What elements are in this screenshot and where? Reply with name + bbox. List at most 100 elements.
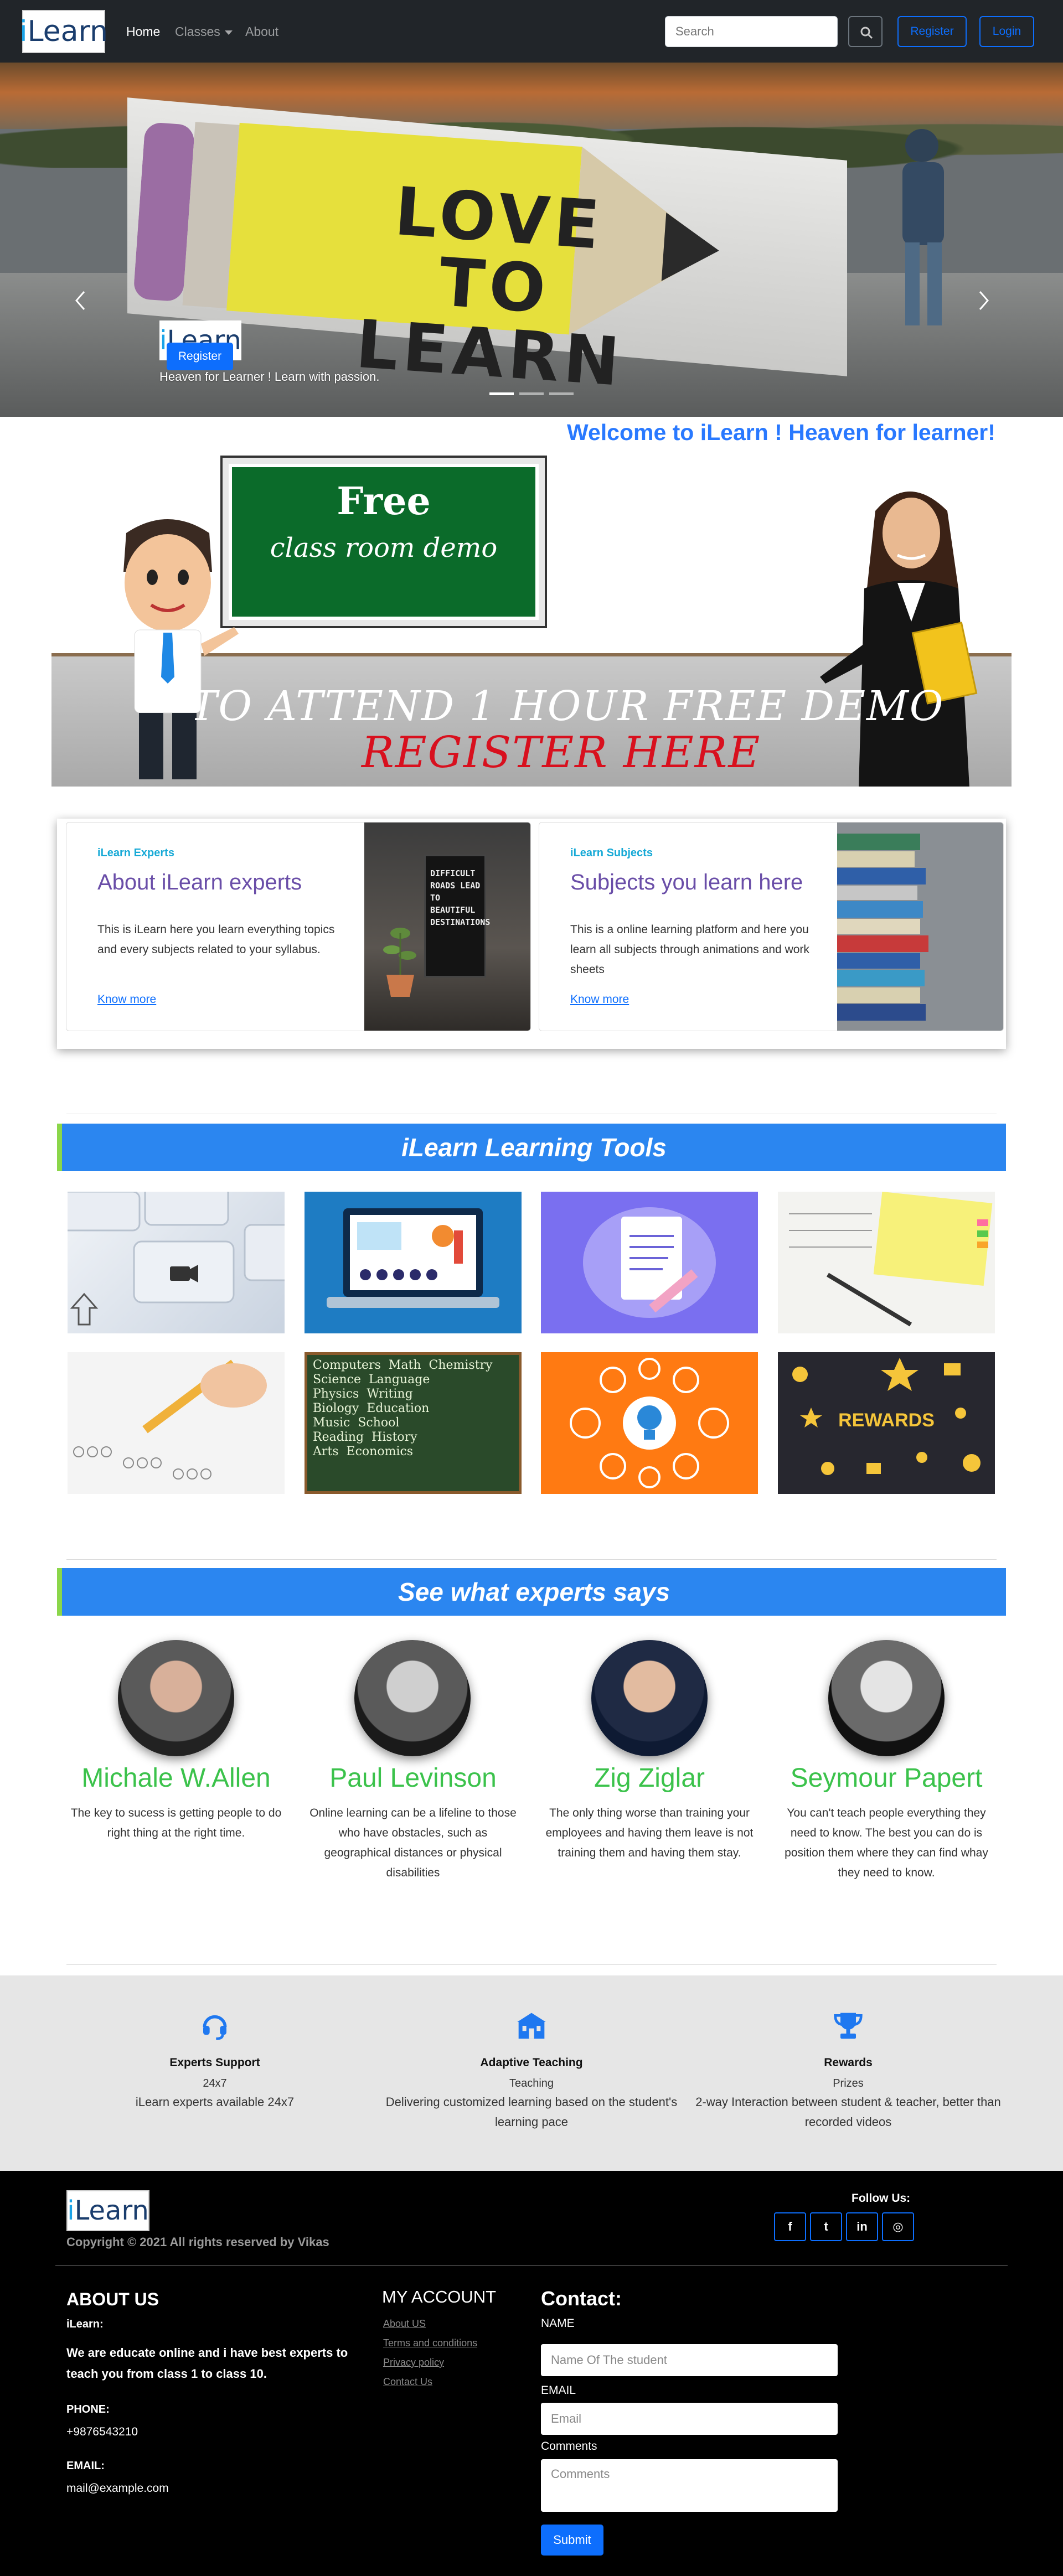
feature-description: iLearn experts available 24x7 — [135, 2095, 295, 2109]
tool-keyboard[interactable] — [68, 1192, 285, 1333]
footer-brand-text: iLearn — [67, 2195, 149, 2226]
feature-adaptive-teaching: Adaptive Teaching Teaching Delivering cu… — [376, 2010, 687, 2132]
feature-rewards: Rewards Prizes 2-way Interaction between… — [693, 2010, 1003, 2132]
expert-name: Zig Ziglar — [594, 1763, 705, 1793]
card-eyebrow: iLearn Subjects — [570, 847, 653, 859]
linkedin-icon[interactable]: in — [846, 2212, 878, 2241]
expert-name: Paul Levinson — [329, 1763, 497, 1793]
carousel-next-button[interactable] — [976, 289, 992, 312]
walking-person — [902, 129, 944, 325]
brand-logo[interactable]: iLearn — [19, 10, 108, 53]
keyboard-video-icon — [68, 1192, 285, 1326]
headset-icon — [203, 2015, 227, 2040]
search-icon — [860, 27, 873, 39]
tool-rewards[interactable]: REWARDS — [778, 1352, 995, 1494]
footer-logo[interactable]: iLearn — [66, 2190, 149, 2231]
board-word: Reading — [313, 1430, 364, 1444]
search-input[interactable] — [665, 16, 838, 47]
board-word: History — [371, 1430, 417, 1444]
feature-title: Experts Support — [169, 2056, 260, 2069]
about-us-text: We are educate online and i have best ex… — [66, 2346, 348, 2381]
submit-button[interactable]: Submit — [541, 2525, 603, 2556]
expert-name: Michale W.Allen — [81, 1763, 271, 1793]
follow-us-label: Follow Us: — [852, 2192, 911, 2205]
demo-line-register[interactable]: REGISTER HERE — [51, 728, 1012, 778]
comments-label: Comments — [541, 2440, 597, 2453]
welcome-heading: Welcome to iLearn ! Heaven for learner! — [567, 420, 995, 445]
email-field[interactable] — [541, 2403, 838, 2435]
login-button[interactable]: Login — [979, 16, 1034, 47]
feature-subtitle: Prizes — [833, 2077, 864, 2089]
card-experts: iLearn Experts About iLearn experts This… — [66, 822, 531, 1031]
facebook-icon[interactable]: f — [774, 2212, 806, 2241]
instagram-icon[interactable]: ◎ — [882, 2212, 914, 2241]
email-value: mail@example.com — [66, 2482, 169, 2495]
sign-board: DIFFICULT ROADS LEAD TO BEAUTIFUL DESTIN… — [424, 855, 491, 977]
hero-tagline: Heaven for Learner ! Learn with passion. — [159, 370, 380, 384]
expert-quote: The only thing worse than training your … — [545, 1807, 754, 1859]
footer-link-privacy[interactable]: Privacy policy — [383, 2357, 444, 2368]
board-word: Chemistry — [429, 1358, 493, 1372]
board-word: Arts — [313, 1445, 339, 1458]
chevron-right-icon — [979, 291, 989, 310]
info-cards-section: iLearn Experts About iLearn experts This… — [57, 819, 1006, 1049]
footer-link-terms[interactable]: Terms and conditions — [383, 2337, 477, 2349]
sign-text: DIFFICULT ROADS LEAD TO BEAUTIFUL DESTIN… — [430, 868, 491, 927]
carousel-indicator-2[interactable] — [519, 392, 544, 395]
twitter-icon[interactable]: t — [810, 2212, 842, 2241]
carousel-indicator-3[interactable] — [549, 392, 574, 395]
tool-notepad[interactable] — [541, 1192, 758, 1333]
card-subjects: iLearn Subjects Subjects you learn here … — [539, 822, 1004, 1031]
tool-notebook[interactable] — [778, 1192, 995, 1333]
board-word: Biology — [313, 1401, 359, 1415]
board-word: Computers — [313, 1358, 381, 1372]
hero-sign-text: LOVE TO LEARN — [353, 173, 627, 402]
feature-title: Rewards — [824, 2056, 873, 2069]
copyright-text: Copyright © 2021 All rights reserved by … — [66, 2235, 329, 2249]
know-more-link[interactable]: Know more — [570, 993, 629, 1006]
tool-online-class[interactable] — [305, 1192, 522, 1333]
expert-quote: You can't teach people everything they n… — [785, 1807, 988, 1879]
board-word: Language — [368, 1373, 430, 1387]
footer-link-contact[interactable]: Contact Us — [383, 2376, 432, 2388]
rewards-label: REWARDS — [838, 1410, 935, 1431]
board-word: Writing — [367, 1387, 413, 1401]
footer-link-about-us[interactable]: About US — [383, 2318, 426, 2330]
email-label: EMAIL: — [66, 2460, 105, 2472]
avatar — [828, 1640, 945, 1756]
email-field-label: EMAIL — [541, 2384, 576, 2397]
name-field[interactable] — [541, 2344, 838, 2376]
know-more-link[interactable]: Know more — [97, 993, 156, 1006]
search-button[interactable] — [848, 16, 883, 47]
tool-ideas[interactable] — [541, 1352, 758, 1494]
carousel-indicator-1[interactable] — [489, 392, 514, 395]
feature-experts-support: Experts Support 24x7 iLearn experts avai… — [60, 2010, 370, 2112]
nav-classes-dropdown[interactable]: Classes — [175, 24, 233, 39]
carousel-prev-button[interactable] — [72, 289, 89, 312]
card-image-motivation: DIFFICULT ROADS LEAD TO BEAUTIFUL DESTIN… — [364, 823, 530, 1031]
board-word: Science — [313, 1373, 361, 1387]
nav-home[interactable]: Home — [126, 24, 160, 39]
tool-exam[interactable] — [68, 1352, 285, 1494]
board-word: Education — [367, 1401, 430, 1415]
plant-pot — [383, 928, 416, 997]
comments-field[interactable] — [541, 2459, 838, 2512]
lightbulb-icon — [570, 1358, 729, 1488]
board-word: School — [358, 1416, 400, 1430]
board-word: Physics — [313, 1387, 359, 1401]
register-button[interactable]: Register — [897, 16, 967, 47]
divider — [66, 1559, 997, 1560]
avatar — [118, 1640, 234, 1756]
brand-text: iLearn — [19, 15, 108, 48]
hero-register-button[interactable]: Register — [167, 343, 233, 370]
feature-subtitle: Teaching — [509, 2077, 554, 2089]
expert-quote: The key to sucess is getting people to d… — [70, 1807, 282, 1839]
card-text: This is a online learning platform and h… — [570, 923, 809, 976]
avatar — [591, 1640, 708, 1756]
tool-subjects-board[interactable]: Computers Math Chemistry Science Languag… — [305, 1352, 522, 1494]
free-demo-banner[interactable]: Free class room demo TO ATTEND 1 HOUR FR… — [51, 456, 1012, 787]
card-title: About iLearn experts — [97, 870, 302, 894]
feature-subtitle: 24x7 — [203, 2077, 227, 2089]
nav-about[interactable]: About — [245, 24, 278, 39]
footer-divider — [55, 2265, 1008, 2266]
